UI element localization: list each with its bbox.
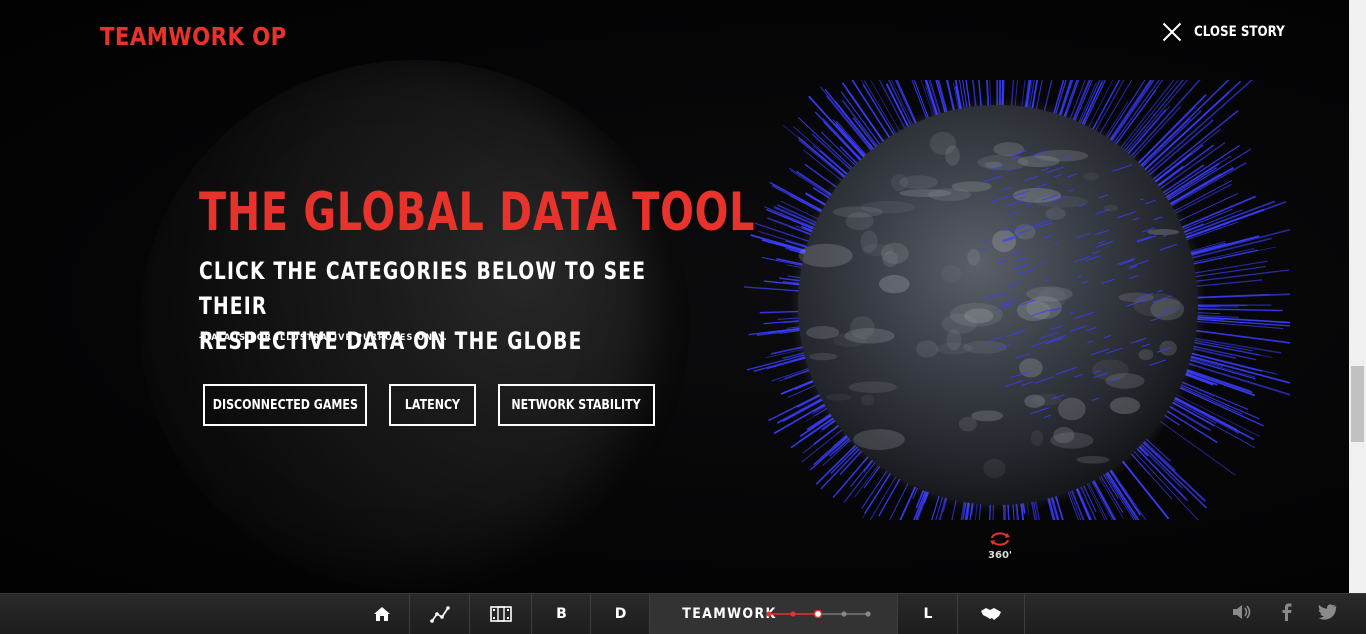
subtitle-line-1: CLICK THE CATEGORIES BELOW TO SEE THEIR bbox=[199, 254, 683, 324]
data-spike bbox=[1194, 330, 1290, 343]
cloud-patch bbox=[809, 353, 837, 360]
data-spike bbox=[1133, 450, 1201, 520]
nav-chapter-d[interactable]: D bbox=[590, 594, 650, 634]
progress-step-3-current[interactable] bbox=[814, 610, 821, 617]
vertical-scrollbar[interactable] bbox=[1349, 0, 1366, 593]
cloud-patch bbox=[1077, 456, 1110, 464]
cloud-patch bbox=[853, 429, 904, 450]
nav-handshake[interactable] bbox=[957, 594, 1025, 634]
handshake-icon[interactable] bbox=[980, 606, 1002, 622]
cloud-patch bbox=[1018, 155, 1060, 167]
cloud-patch bbox=[1050, 432, 1093, 448]
brand-logo[interactable]: TEAMWORK OP bbox=[100, 22, 287, 51]
nav-chapter-b-label: B bbox=[556, 606, 567, 622]
cloud-patch bbox=[1110, 397, 1140, 414]
scrollbar-thumb[interactable] bbox=[1351, 366, 1364, 442]
data-globe[interactable] bbox=[730, 80, 1290, 520]
progress-step-5[interactable] bbox=[865, 611, 870, 616]
close-icon[interactable] bbox=[1162, 22, 1182, 42]
cloud-patch bbox=[983, 459, 1005, 479]
twitter-icon[interactable] bbox=[1317, 603, 1337, 621]
data-spike bbox=[1110, 468, 1164, 520]
rotate-360-control[interactable]: 360' bbox=[985, 532, 1015, 561]
graph-icon[interactable] bbox=[430, 605, 450, 623]
nav-home[interactable] bbox=[355, 594, 409, 634]
data-spike bbox=[1140, 443, 1207, 508]
facebook-share[interactable] bbox=[1280, 603, 1292, 626]
cloud-patch bbox=[881, 243, 909, 264]
nav-graph[interactable] bbox=[409, 594, 470, 634]
cloud-patch bbox=[1031, 430, 1043, 446]
latency-label: LATENCY bbox=[405, 398, 460, 413]
cloud-patch bbox=[833, 206, 883, 217]
close-story-label[interactable]: CLOSE STORY bbox=[1194, 24, 1285, 40]
data-spike bbox=[1195, 270, 1289, 281]
cloud-patch bbox=[946, 329, 961, 350]
cloud-patch bbox=[959, 417, 977, 432]
network-stability-button[interactable]: NETWORK STABILITY bbox=[498, 384, 655, 426]
data-spike bbox=[1195, 280, 1262, 286]
cloud-patch bbox=[1147, 229, 1179, 235]
speaker-icon[interactable] bbox=[1232, 603, 1252, 621]
cloud-patch bbox=[941, 265, 961, 283]
nav-film[interactable] bbox=[469, 594, 532, 634]
cloud-patch bbox=[861, 395, 875, 406]
home-icon[interactable] bbox=[373, 606, 391, 622]
data-spike bbox=[1183, 201, 1274, 235]
nav-teamwork-label: TEAMWORK bbox=[682, 606, 776, 622]
nav-chapter-l[interactable]: L bbox=[897, 594, 958, 634]
nav-chapter-b[interactable]: B bbox=[531, 594, 591, 634]
cloud-patch bbox=[967, 249, 980, 265]
nav-chapter-l-label: L bbox=[924, 606, 933, 622]
data-spike bbox=[1136, 447, 1188, 501]
disconnected-games-label: DISCONNECTED GAMES bbox=[212, 398, 357, 413]
cloud-patch bbox=[879, 275, 910, 293]
cloud-patch bbox=[1019, 358, 1043, 377]
story-stage: TEAMWORK OP CLOSE STORY THE GLOBAL DATA … bbox=[0, 0, 1349, 593]
cloud-patch bbox=[964, 308, 993, 323]
disclaimer-note: -DATA IS FOR ILLUSTRATIVE PURPOSES ONLY. bbox=[199, 333, 448, 343]
cloud-patch bbox=[1083, 172, 1098, 180]
cloud-patch bbox=[993, 142, 1024, 156]
data-spike bbox=[1196, 309, 1283, 311]
film-icon[interactable] bbox=[490, 606, 512, 622]
cloud-patch bbox=[971, 410, 1003, 421]
chapter-progress[interactable] bbox=[765, 610, 875, 618]
globe-canvas[interactable] bbox=[730, 80, 1290, 520]
cloud-patch bbox=[951, 181, 991, 191]
nav-chapter-d-label: D bbox=[615, 606, 627, 622]
twitter-share[interactable] bbox=[1317, 603, 1337, 626]
cloud-patch bbox=[861, 230, 878, 252]
network-stability-label: NETWORK STABILITY bbox=[512, 398, 641, 413]
hero-subtitle: CLICK THE CATEGORIES BELOW TO SEE THEIR … bbox=[199, 254, 683, 359]
cloud-patch bbox=[1138, 349, 1153, 360]
progress-step-1[interactable] bbox=[766, 611, 771, 616]
progress-step-4[interactable] bbox=[841, 611, 846, 616]
cloud-patch bbox=[899, 175, 938, 189]
bottom-navigation-bar: B D TEAMWORK L bbox=[0, 593, 1366, 634]
cloud-patch bbox=[848, 381, 896, 392]
data-spike bbox=[1179, 386, 1243, 415]
cloud-patch bbox=[826, 394, 852, 401]
cloud-patch bbox=[1024, 395, 1045, 408]
cloud-patch bbox=[1026, 286, 1072, 301]
cloud-patch bbox=[850, 316, 875, 339]
sound-toggle[interactable] bbox=[1232, 603, 1252, 626]
data-spike bbox=[820, 87, 873, 151]
rotate-icon[interactable] bbox=[989, 532, 1011, 546]
page-title: THE GLOBAL DATA TOOL bbox=[199, 182, 755, 243]
data-spike bbox=[1142, 441, 1205, 501]
cloud-patch bbox=[1046, 207, 1066, 220]
close-story-button[interactable]: CLOSE STORY bbox=[1162, 22, 1301, 42]
cloud-patch bbox=[930, 132, 956, 155]
disconnected-games-button[interactable]: DISCONNECTED GAMES bbox=[203, 384, 367, 426]
latency-button[interactable]: LATENCY bbox=[389, 384, 476, 426]
cloud-patch bbox=[1058, 398, 1086, 421]
progress-step-2[interactable] bbox=[790, 611, 795, 616]
cloud-patch bbox=[799, 244, 853, 268]
cloud-patch bbox=[916, 340, 938, 357]
facebook-icon[interactable] bbox=[1280, 603, 1292, 621]
rotate-label: 360' bbox=[985, 550, 1015, 561]
